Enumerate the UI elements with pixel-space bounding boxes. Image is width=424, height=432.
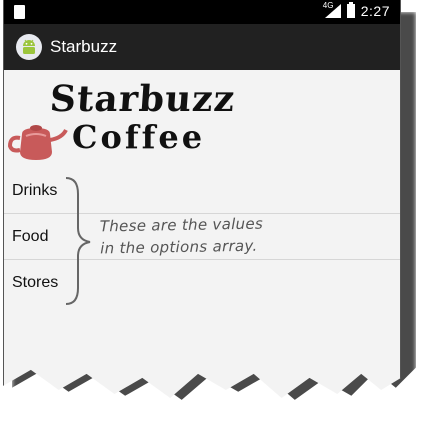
action-bar: Starbuzz (4, 24, 400, 70)
sd-card-icon (14, 5, 25, 19)
status-bar: 4G 2:27 (4, 0, 400, 24)
page: 4G 2:27 Starbuzz Starbuzz Coffee Drinks … (0, 0, 424, 432)
annotation-line-2: in the options array. (100, 236, 258, 258)
annotation-line-1: These are the values (99, 214, 264, 236)
list-item-label: Food (12, 227, 49, 245)
battery-icon (346, 2, 355, 18)
phone-screen: 4G 2:27 Starbuzz Starbuzz Coffee Drinks … (3, 0, 401, 398)
android-icon[interactable] (16, 34, 42, 60)
network-type: 4G (322, 1, 334, 10)
logo-line-1: Starbuzz (48, 78, 237, 120)
list-item-label: Drinks (12, 181, 58, 199)
main-content: Starbuzz Coffee Drinks Food Stores These… (4, 70, 400, 398)
annotation-brace (65, 177, 91, 305)
clock: 2:27 (360, 3, 390, 19)
logo-line-2: Coffee (72, 118, 206, 156)
list-item-label: Stores (12, 274, 59, 291)
teapot-icon (8, 125, 68, 160)
starbuzz-logo: Starbuzz Coffee (8, 78, 237, 162)
signal-icon: 4G (322, 1, 341, 18)
status-icons: 4G 2:27 (322, 1, 390, 19)
annotation-text: These are the values in the options arra… (100, 213, 264, 260)
app-title: Starbuzz (50, 37, 118, 56)
